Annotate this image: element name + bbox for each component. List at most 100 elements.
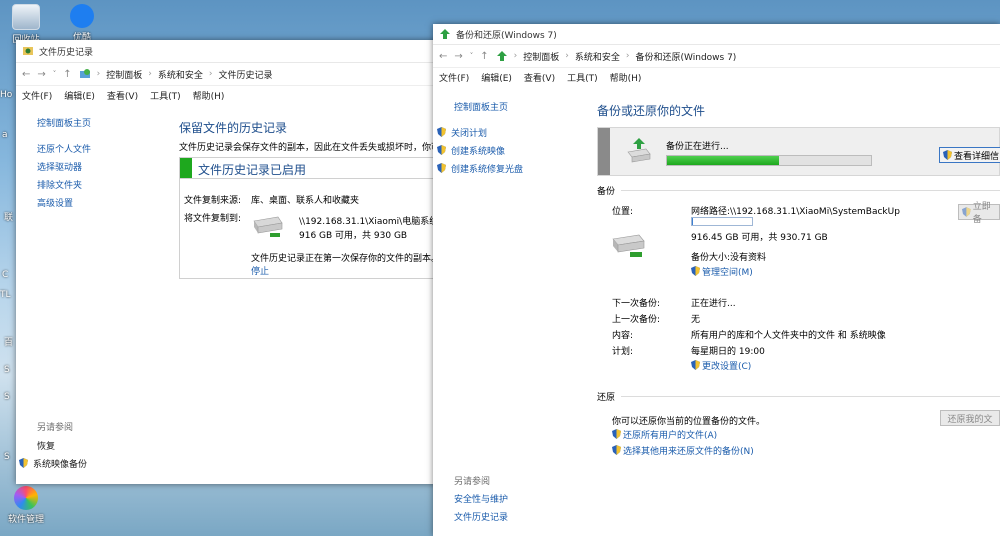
button-label: 还原我的文 — [947, 414, 993, 425]
file-history-icon — [23, 47, 33, 55]
address-bar: ← → ˅ ↑ › 控制面板 › 系统和安全 › 备份和还原(Windows 7… — [433, 45, 1000, 68]
button-label: 立即备 — [972, 202, 991, 225]
restore-my-files-button[interactable]: 还原我的文 — [940, 410, 1000, 426]
back-arrow-icon[interactable]: ← — [439, 51, 447, 62]
location-free: 916.45 GB 可用，共 930.71 GB — [691, 233, 828, 243]
restore-all-users-link[interactable]: 还原所有用户的文件(A) — [612, 428, 717, 441]
sidebar-item-home[interactable]: 控制面板主页 — [37, 116, 91, 129]
see-also-title: 另请参阅 — [37, 423, 74, 433]
sidebar-item-home[interactable]: 控制面板主页 — [454, 100, 508, 113]
progress-label: 备份正在进行... — [666, 142, 729, 152]
window-titlebar[interactable]: 文件历史记录 — [16, 40, 438, 63]
location-usage-bar — [691, 217, 753, 226]
sidebar-item-system-image-backup[interactable]: 系统映像备份 — [19, 457, 87, 470]
backup-drive-icon — [627, 138, 651, 163]
menu-view[interactable]: 查看(V) — [524, 71, 555, 84]
sidebar-item-file-history[interactable]: 文件历史记录 — [454, 510, 508, 523]
menu-edit[interactable]: 编辑(E) — [481, 71, 512, 84]
desktop-icon-software-manager[interactable]: 软件管理 — [4, 486, 48, 525]
manage-space-link[interactable]: 管理空间(M) — [691, 265, 753, 278]
backup-progress-panel: 备份正在进行... 查看详细信 — [597, 127, 1000, 176]
menu-file[interactable]: 文件(F) — [439, 71, 469, 84]
network-drive-icon — [612, 234, 645, 257]
recycle-bin-icon — [12, 4, 40, 30]
sidebar-item-exclude-folders[interactable]: 排除文件夹 — [37, 178, 82, 191]
desktop-icon-youku[interactable]: 优酷 — [60, 4, 104, 43]
breadcrumb-item[interactable]: 系统和安全 — [158, 68, 203, 81]
breadcrumb-item[interactable]: 系统和安全 — [575, 50, 620, 63]
menu-tools[interactable]: 工具(T) — [567, 71, 598, 84]
sidebar-item-restore-files[interactable]: 还原个人文件 — [37, 142, 91, 155]
breadcrumb: › 控制面板 › 系统和安全 › 备份和还原(Windows 7) — [496, 50, 737, 63]
chevron-down-icon[interactable]: ˅ — [470, 52, 474, 60]
sidebar-item-advanced-settings[interactable]: 高级设置 — [37, 196, 73, 209]
breadcrumb-item[interactable]: 控制面板 — [106, 68, 142, 81]
back-arrow-icon[interactable]: ← — [22, 69, 30, 80]
progress-panel-accent — [598, 128, 610, 175]
sidebar-item-label: 创建系统映像 — [451, 147, 506, 157]
view-details-button[interactable]: 查看详细信 — [939, 147, 1000, 163]
forward-arrow-icon[interactable]: → — [454, 51, 462, 62]
page-title: 保留文件的历史记录 — [179, 121, 288, 135]
link-label: 还原所有用户的文件(A) — [623, 431, 718, 441]
menu-help[interactable]: 帮助(H) — [193, 89, 225, 102]
change-settings-link[interactable]: 更改设置(C) — [691, 359, 751, 372]
breadcrumb: › 控制面板 › 系统和安全 › 文件历史记录 — [79, 68, 273, 81]
up-arrow-icon[interactable]: ↑ — [63, 69, 71, 80]
copy-from-label: 文件复制来源: — [184, 196, 242, 206]
drive-path: \\192.168.31.1\Xiaomi\电脑系统 — [299, 217, 438, 227]
chevron-right-icon: › — [96, 69, 101, 79]
link-label: 更改设置(C) — [702, 362, 752, 372]
menu-file[interactable]: 文件(F) — [22, 89, 52, 102]
breadcrumb-item[interactable]: 备份和还原(Windows 7) — [636, 50, 737, 63]
desktop-fragment: C — [2, 270, 9, 280]
schedule-value: 每星期日的 19:00 — [691, 347, 765, 357]
status-accent-bar — [180, 158, 192, 178]
sidebar-item-label: 系统映像备份 — [33, 460, 88, 470]
menu-view[interactable]: 查看(V) — [107, 89, 138, 102]
sidebar-item-turn-off-schedule[interactable]: 关闭计划 — [437, 126, 487, 139]
desktop-fragment: TL — [0, 290, 11, 300]
backup-restore-icon — [496, 51, 507, 61]
sidebar-item-security-maintenance[interactable]: 安全性与维护 — [454, 492, 508, 505]
content-label: 内容: — [612, 331, 634, 341]
window-titlebar[interactable]: 备份和还原(Windows 7) — [433, 24, 1000, 45]
watermark-url: jingyan.baidu.com — [800, 496, 930, 512]
desktop-fragment: 百 — [4, 338, 14, 348]
backup-now-button[interactable]: 立即备 — [958, 202, 1000, 225]
chevron-right-icon: › — [148, 69, 152, 79]
breadcrumb-item[interactable]: 控制面板 — [523, 50, 559, 63]
stop-link[interactable]: 停止 — [251, 264, 269, 277]
status-title: 文件历史记录已启用 — [198, 163, 307, 177]
menu-tools[interactable]: 工具(T) — [150, 89, 181, 102]
watermark-brand-suffix: 经验 — [880, 453, 937, 486]
chevron-right-icon: › — [513, 51, 518, 61]
backup-restore-icon — [440, 29, 450, 39]
location-label: 位置: — [612, 207, 634, 217]
menu-bar: 文件(F) 编辑(E) 查看(V) 工具(T) 帮助(H) — [16, 86, 438, 104]
uac-shield-icon — [612, 429, 621, 439]
chevron-right-icon: › — [565, 51, 569, 61]
restore-description: 你可以还原你当前的位置备份的文件。 — [612, 417, 766, 427]
up-arrow-icon[interactable]: ↑ — [480, 51, 488, 62]
next-backup-label: 下一次备份: — [612, 299, 661, 309]
forward-arrow-icon[interactable]: → — [37, 69, 45, 80]
backup-progress-bar — [666, 155, 872, 166]
chevron-down-icon[interactable]: ˅ — [53, 70, 57, 78]
schedule-label: 计划: — [612, 347, 634, 357]
divider — [621, 396, 1000, 397]
desktop-icon-recycle-bin[interactable]: 回收站 — [4, 4, 48, 45]
sidebar-item-select-drive[interactable]: 选择驱动器 — [37, 160, 82, 173]
menu-help[interactable]: 帮助(H) — [610, 71, 642, 84]
desktop-fragment: S — [4, 392, 10, 402]
next-backup-value: 正在进行... — [691, 299, 736, 309]
desktop-fragment: 联 — [4, 213, 14, 223]
menu-edit[interactable]: 编辑(E) — [64, 89, 95, 102]
copy-from-value: 库、桌面、联系人和收藏夹 — [251, 196, 360, 206]
breadcrumb-item[interactable]: 文件历史记录 — [219, 68, 273, 81]
sidebar-item-create-repair-disc[interactable]: 创建系统修复光盘 — [437, 162, 523, 175]
select-other-backup-link[interactable]: 选择其他用来还原文件的备份(N) — [612, 444, 754, 457]
sidebar-item-recovery[interactable]: 恢复 — [37, 439, 55, 452]
last-backup-value: 无 — [691, 315, 701, 325]
sidebar-item-create-system-image[interactable]: 创建系统映像 — [437, 144, 505, 157]
